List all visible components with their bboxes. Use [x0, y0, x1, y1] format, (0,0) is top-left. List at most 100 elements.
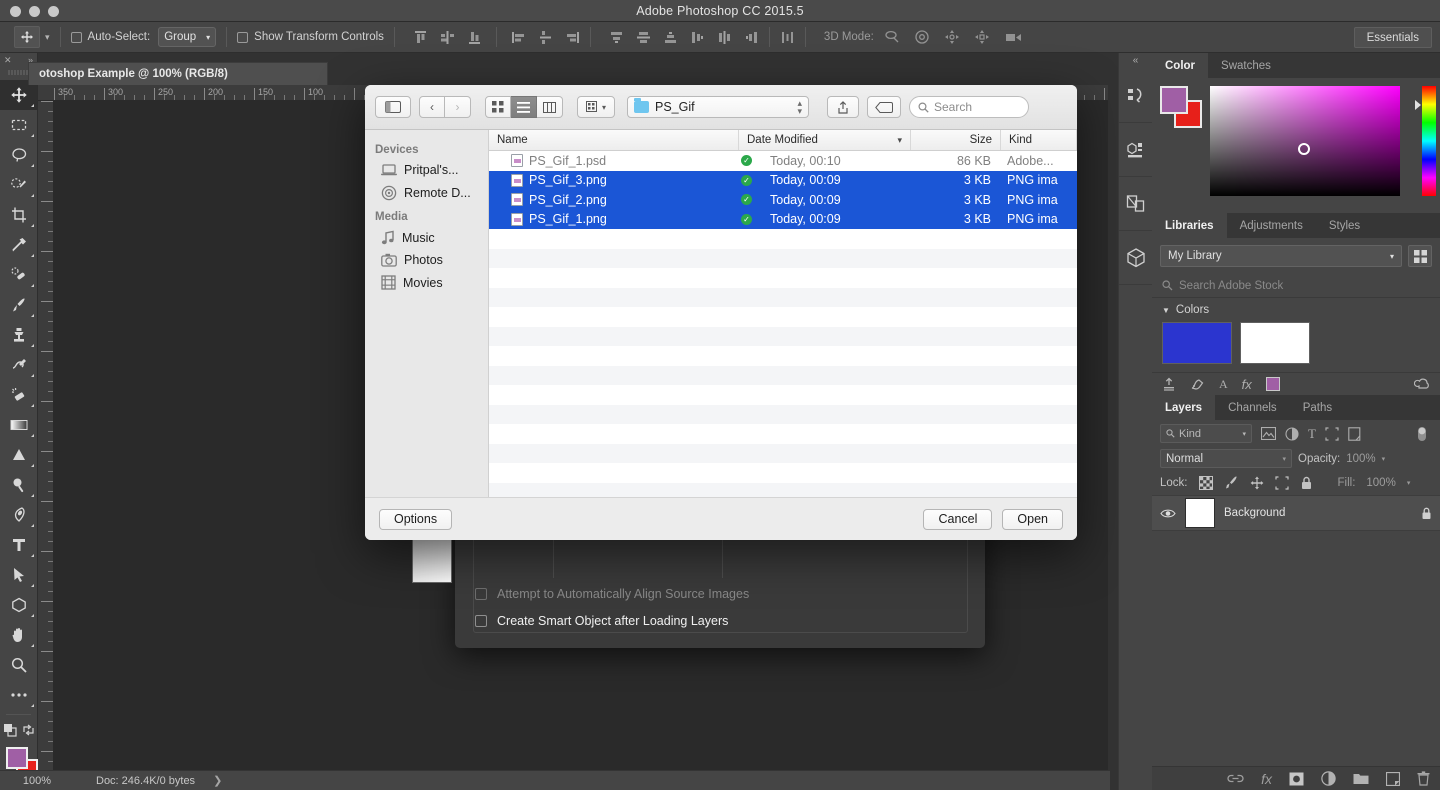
- text-icon[interactable]: A: [1219, 377, 1228, 392]
- file-list[interactable]: Name Date Modified ▾ Size Kind PS_Gif_1.…: [489, 130, 1077, 497]
- move-tool-icon[interactable]: [14, 26, 40, 48]
- tool-blur[interactable]: [0, 440, 37, 470]
- filter-adjustment-icon[interactable]: [1285, 426, 1299, 441]
- color-panel-tabs[interactable]: Color Swatches: [1152, 53, 1440, 78]
- fill-value[interactable]: 100%: [1366, 477, 1395, 489]
- library-swatch-blue[interactable]: [1162, 322, 1232, 364]
- show-transform-checkbox[interactable]: [237, 31, 249, 43]
- window-traffic-lights[interactable]: [10, 6, 59, 17]
- libraries-panel-tabs[interactable]: Libraries Adjustments Styles: [1152, 213, 1440, 238]
- collapse-panels-icon[interactable]: «: [1119, 53, 1152, 69]
- tool-preset-chevron-icon[interactable]: ▾: [45, 32, 50, 43]
- lock-transparent-pixels-icon[interactable]: [1198, 475, 1213, 490]
- column-view-button[interactable]: [537, 96, 563, 118]
- open-button[interactable]: Open: [1002, 508, 1063, 530]
- library-dropdown[interactable]: My Library ▾: [1160, 245, 1402, 267]
- sidebar-item-movies[interactable]: Movies: [365, 271, 488, 294]
- eye-icon[interactable]: [1160, 508, 1176, 519]
- blend-mode-dropdown[interactable]: Normal ▾: [1160, 449, 1292, 468]
- workspace-switcher-button[interactable]: Essentials: [1353, 27, 1432, 48]
- tool-lasso[interactable]: [0, 140, 37, 170]
- library-colors-header[interactable]: ▼ Colors: [1152, 298, 1440, 322]
- tool-history-brush[interactable]: [0, 350, 37, 380]
- tab-swatches[interactable]: Swatches: [1208, 53, 1284, 78]
- status-menu-arrow-icon[interactable]: ❯: [213, 774, 222, 787]
- lock-position-icon[interactable]: [1250, 476, 1264, 490]
- align-tools-group[interactable]: [413, 27, 580, 47]
- tool-shape[interactable]: [0, 590, 37, 620]
- tool-zoom[interactable]: [0, 650, 37, 680]
- tool-healing-brush[interactable]: [0, 260, 37, 290]
- library-color-swatches[interactable]: [1152, 322, 1440, 372]
- delete-layer-icon[interactable]: [1417, 771, 1430, 786]
- path-stepper-icon[interactable]: ▴ ▾: [797, 99, 802, 116]
- column-header-kind[interactable]: Kind: [1001, 130, 1077, 150]
- tool-gradient[interactable]: [0, 410, 37, 440]
- color-panel[interactable]: [1152, 78, 1440, 213]
- options-button[interactable]: Options: [379, 508, 453, 530]
- icon-view-button[interactable]: [485, 96, 511, 118]
- color-panel-swatches[interactable]: [1160, 86, 1206, 128]
- dock-button-3d[interactable]: [1119, 231, 1152, 285]
- library-swatch-white[interactable]: [1240, 322, 1310, 364]
- foreground-color-swatch[interactable]: [6, 747, 28, 769]
- lock-artboard-nesting-icon[interactable]: [1274, 475, 1289, 490]
- new-layer-icon[interactable]: [1386, 771, 1400, 786]
- table-row[interactable]: PS_Gif_3.png ✓ Today, 00:09 3 KB PNG ima: [489, 170, 1077, 190]
- sidebar-toggle-button[interactable]: [375, 96, 411, 118]
- color-panel-foreground-swatch[interactable]: [1160, 86, 1188, 114]
- file-name-cell[interactable]: PS_Gif_3.png: [489, 173, 739, 187]
- add-layer-style-icon[interactable]: fx: [1261, 771, 1272, 787]
- tab-paths[interactable]: Paths: [1290, 395, 1345, 420]
- new-group-icon[interactable]: [1353, 772, 1369, 785]
- smart-object-checkbox[interactable]: [475, 615, 487, 627]
- tool-path-selection[interactable]: [0, 560, 37, 590]
- adobe-stock-search[interactable]: Search Adobe Stock: [1152, 274, 1440, 298]
- layers-panel-footer[interactable]: fx: [1152, 766, 1440, 790]
- lock-icon[interactable]: [1421, 507, 1432, 520]
- opacity-chevron-down-icon[interactable]: ▾: [1382, 455, 1386, 463]
- maximize-button[interactable]: [48, 6, 59, 17]
- column-header-date[interactable]: Date Modified ▾: [739, 130, 911, 150]
- layer-filter-kind-dropdown[interactable]: Kind ▾: [1160, 424, 1252, 443]
- tool-brush[interactable]: [0, 290, 37, 320]
- tab-styles[interactable]: Styles: [1316, 213, 1373, 238]
- mode-3d-buttons[interactable]: [884, 29, 1022, 45]
- close-button[interactable]: [10, 6, 21, 17]
- tool-type[interactable]: [0, 530, 37, 560]
- open-file-dialog[interactable]: ‹ › ▾ PS_Gif ▴ ▾ Search Devices Pritpal'…: [365, 85, 1077, 540]
- view-mode-buttons[interactable]: [485, 96, 563, 118]
- disclosure-triangle-icon[interactable]: ▼: [1162, 306, 1170, 315]
- column-header-name[interactable]: Name: [489, 130, 739, 150]
- cancel-button[interactable]: Cancel: [923, 508, 993, 530]
- distribute-tools-group[interactable]: [609, 30, 759, 45]
- tags-button[interactable]: [867, 96, 901, 118]
- color-picker-field[interactable]: [1210, 86, 1400, 196]
- close-icon[interactable]: ✕: [4, 55, 12, 66]
- file-list-header[interactable]: Name Date Modified ▾ Size Kind: [489, 130, 1077, 151]
- new-adjustment-layer-icon[interactable]: [1321, 771, 1336, 786]
- filter-pixel-icon[interactable]: [1261, 427, 1276, 440]
- layer-thumbnail[interactable]: [1185, 498, 1215, 528]
- tool-pen[interactable]: [0, 500, 37, 530]
- filter-type-icon[interactable]: T: [1308, 426, 1316, 442]
- file-dialog-sidebar[interactable]: Devices Pritpal's... Remote D... Media M…: [365, 130, 489, 497]
- layer-row-background[interactable]: Background: [1152, 495, 1440, 531]
- arrange-by-button[interactable]: ▾: [577, 96, 615, 118]
- document-tab[interactable]: otoshop Example @ 100% (RGB/8): [28, 62, 328, 85]
- tool-quick-selection[interactable]: [0, 170, 37, 200]
- auto-select-dropdown[interactable]: Group ▾: [158, 27, 217, 47]
- table-row[interactable]: PS_Gif_1.png ✓ Today, 00:09 3 KB PNG ima: [489, 209, 1077, 229]
- back-button[interactable]: ‹: [419, 96, 445, 118]
- tool-crop[interactable]: [0, 200, 37, 230]
- smart-object-row[interactable]: Create Smart Object after Loading Layers: [475, 614, 728, 628]
- tab-channels[interactable]: Channels: [1215, 395, 1290, 420]
- filter-shape-icon[interactable]: [1325, 426, 1339, 441]
- opacity-value[interactable]: 100%: [1346, 453, 1375, 465]
- link-layers-icon[interactable]: [1227, 773, 1244, 784]
- lock-all-icon[interactable]: [1300, 476, 1313, 490]
- zoom-level[interactable]: 100%: [0, 775, 74, 787]
- sidebar-item-remote-disc[interactable]: Remote D...: [365, 181, 488, 205]
- auto-align-checkbox[interactable]: [475, 588, 487, 600]
- tool-eraser[interactable]: [0, 380, 37, 410]
